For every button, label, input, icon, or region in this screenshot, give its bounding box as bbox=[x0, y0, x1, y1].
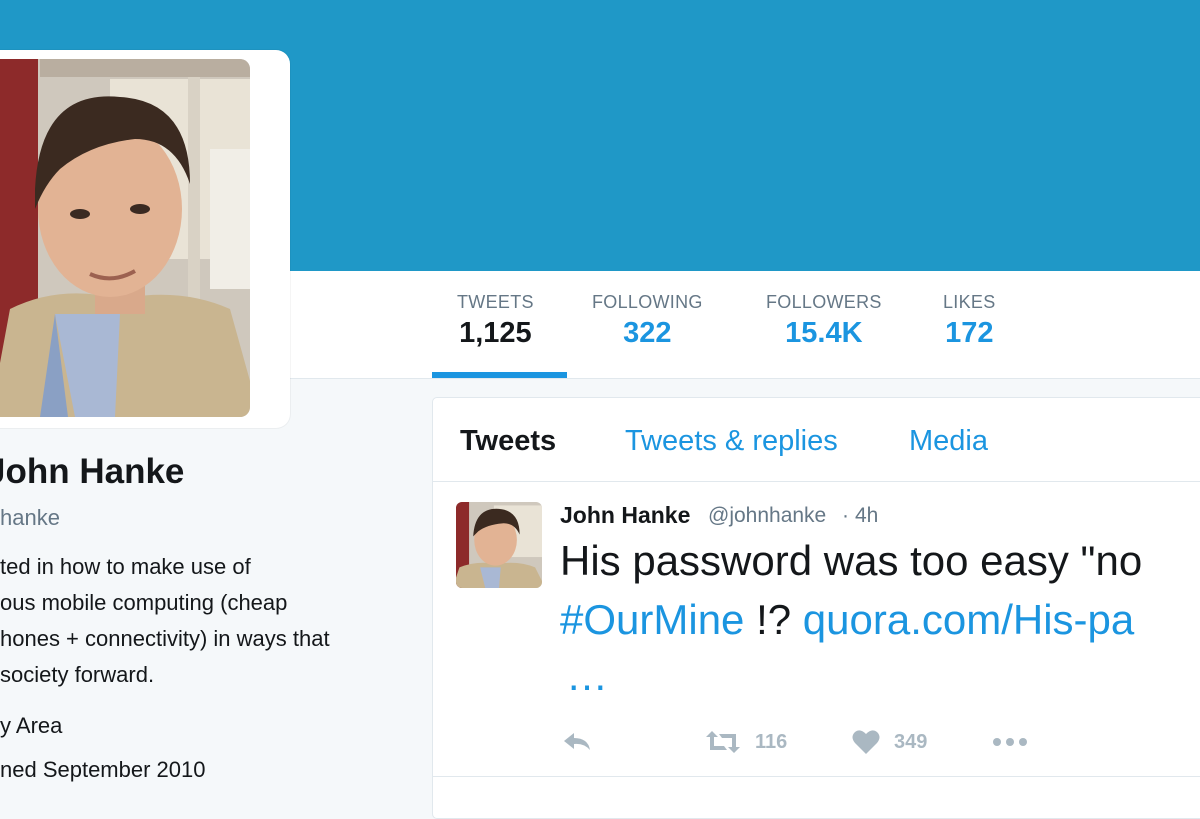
stat-following-label: FOLLOWING bbox=[592, 292, 703, 312]
tweet-timestamp[interactable]: 4h bbox=[855, 504, 878, 528]
retweet-icon bbox=[705, 729, 741, 755]
tweet-punctuation: !? bbox=[744, 596, 803, 643]
profile-name: John Hanke bbox=[0, 452, 185, 491]
bio-line: society forward. bbox=[0, 662, 155, 687]
retweet-count: 116 bbox=[755, 730, 788, 753]
reply-icon bbox=[562, 730, 592, 754]
more-button[interactable] bbox=[992, 722, 1028, 762]
tabs-divider bbox=[433, 481, 1200, 482]
tab-media[interactable]: Media bbox=[909, 425, 988, 458]
like-count: 349 bbox=[894, 730, 928, 753]
stat-tweets-value: 1,125 bbox=[459, 317, 532, 349]
stat-tweets[interactable]: TWEETS 1,125 bbox=[457, 292, 534, 350]
stat-following[interactable]: FOLLOWING 322 bbox=[592, 292, 703, 350]
more-icon bbox=[992, 737, 1028, 747]
tweet-separator: · bbox=[842, 504, 849, 527]
profile-handle[interactable]: hanke bbox=[0, 505, 60, 531]
tweet-link-ellipsis[interactable]: … bbox=[566, 652, 612, 700]
tab-tweets-and-replies[interactable]: Tweets & replies bbox=[625, 425, 838, 458]
stat-followers-value: 15.4K bbox=[785, 317, 863, 349]
reply-button[interactable] bbox=[562, 722, 592, 762]
tweet-link[interactable]: quora.com/His-pa bbox=[803, 596, 1134, 643]
tweet-divider bbox=[433, 776, 1200, 777]
stat-likes[interactable]: LIKES 172 bbox=[943, 292, 996, 350]
stat-followers-label: FOLLOWERS bbox=[766, 292, 882, 312]
tab-tweets[interactable]: Tweets bbox=[460, 425, 556, 458]
stat-following-value: 322 bbox=[623, 317, 672, 349]
bio-line: hones + connectivity) in ways that bbox=[0, 626, 330, 651]
active-stat-underline bbox=[432, 372, 567, 378]
tweet-hashtag[interactable]: #OurMine bbox=[560, 596, 744, 643]
tweet-text: His password was too easy "no bbox=[560, 537, 1143, 584]
bio-line: ous mobile computing (cheap bbox=[0, 590, 288, 615]
bio-line: ted in how to make use of bbox=[0, 554, 251, 579]
profile-location: y Area bbox=[0, 713, 63, 738]
stat-followers[interactable]: FOLLOWERS 15.4K bbox=[766, 292, 882, 350]
profile-joined-date: ned September 2010 bbox=[0, 757, 206, 782]
stat-likes-value: 172 bbox=[945, 317, 994, 349]
stat-tweets-label: TWEETS bbox=[457, 292, 534, 312]
tweet-avatar[interactable] bbox=[456, 502, 542, 588]
retweet-button[interactable]: 116 bbox=[705, 722, 787, 762]
heart-icon bbox=[852, 729, 880, 755]
stat-likes-label: LIKES bbox=[943, 292, 996, 312]
tweet-text-line-2: #OurMine !? quora.com/His-pa bbox=[560, 596, 1134, 644]
profile-bio: ted in how to make use of ous mobile com… bbox=[0, 549, 420, 693]
tweet-author-handle[interactable]: @johnhanke bbox=[708, 504, 826, 528]
profile-avatar[interactable] bbox=[0, 50, 290, 428]
avatar-photo bbox=[0, 59, 250, 417]
like-button[interactable]: 349 bbox=[852, 722, 927, 762]
tweet-author-name[interactable]: John Hanke bbox=[560, 502, 690, 529]
